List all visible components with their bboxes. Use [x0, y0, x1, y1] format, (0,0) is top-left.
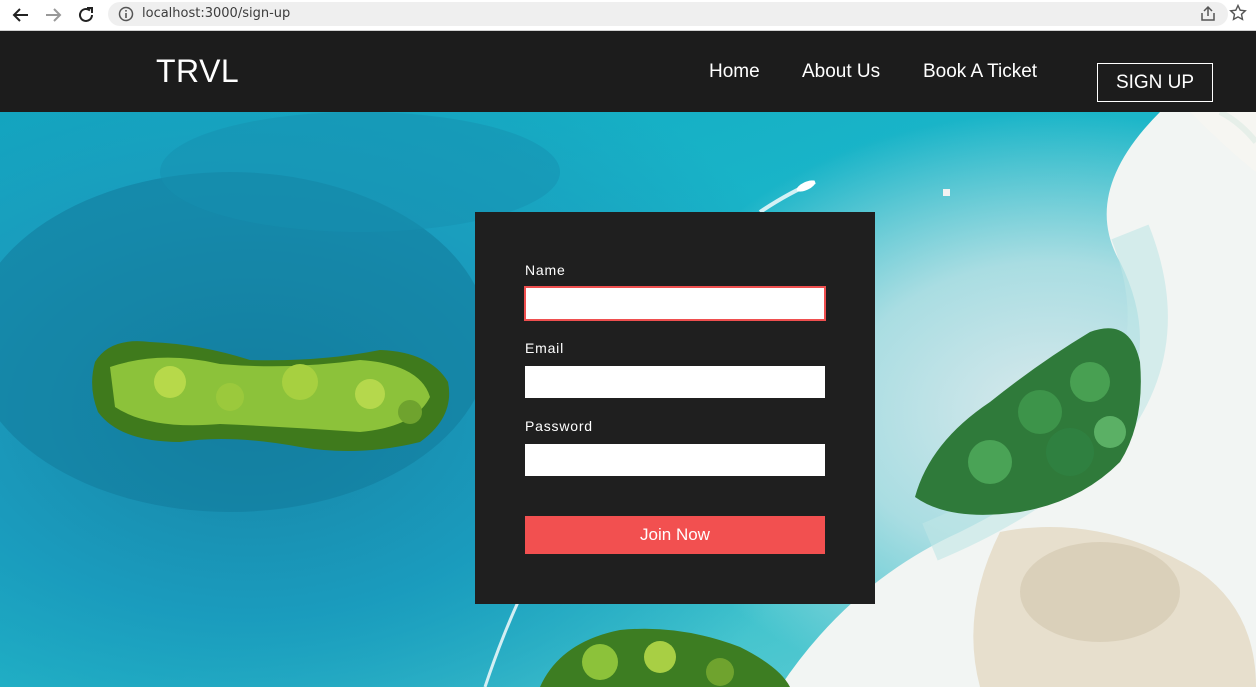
forward-arrow-icon[interactable]: [42, 4, 64, 26]
password-input[interactable]: [525, 444, 825, 476]
password-label: Password: [525, 418, 593, 434]
sign-up-form-card: Name Email Password Join Now: [475, 212, 875, 604]
site-navbar: TRVL Home About Us Book A Ticket SIGN UP: [0, 32, 1256, 112]
share-icon[interactable]: [1199, 5, 1217, 23]
address-bar[interactable]: localhost:3000/sign-up: [108, 2, 1228, 26]
sign-up-button[interactable]: SIGN UP: [1097, 63, 1213, 102]
email-label: Email: [525, 340, 565, 356]
nav-link-home[interactable]: Home: [709, 61, 760, 83]
join-now-button[interactable]: Join Now: [525, 516, 825, 554]
site-logo[interactable]: TRVL: [156, 53, 239, 90]
email-input[interactable]: [525, 366, 825, 398]
bookmark-star-icon[interactable]: [1229, 4, 1247, 22]
url-text: localhost:3000/sign-up: [142, 6, 291, 21]
browser-toolbar: localhost:3000/sign-up: [0, 0, 1256, 31]
reload-icon[interactable]: [75, 4, 97, 26]
name-input[interactable]: [524, 286, 826, 321]
nav-link-book-ticket[interactable]: Book A Ticket: [923, 61, 1037, 83]
back-arrow-icon[interactable]: [10, 4, 32, 26]
nav-link-about-us[interactable]: About Us: [802, 61, 880, 83]
name-label: Name: [525, 262, 566, 278]
info-icon[interactable]: [118, 6, 134, 22]
